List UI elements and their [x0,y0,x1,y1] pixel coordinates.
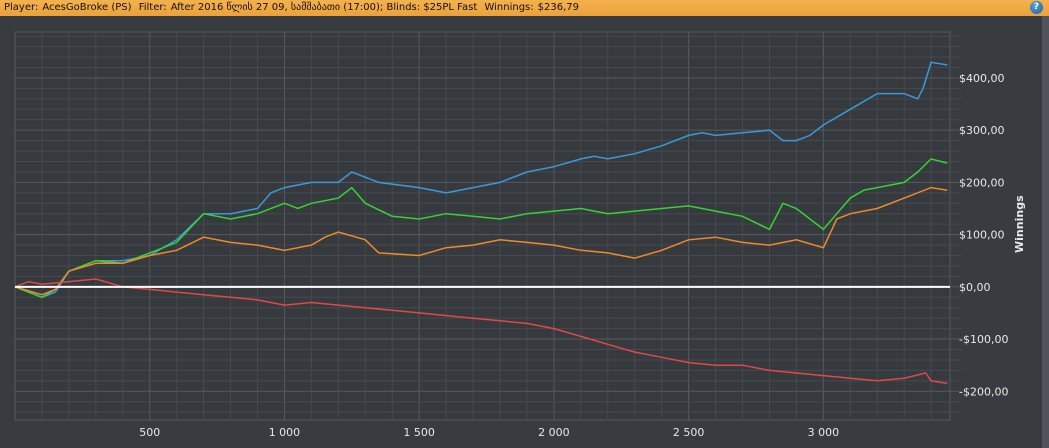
y-tick-label: $100,00 [959,229,1005,242]
y-tick-label: $400,00 [959,72,1005,85]
filter-label: Filter: [138,2,167,13]
x-tick-label: 3 000 [808,426,840,439]
help-icon[interactable]: ? [1030,1,1043,14]
winnings-value: $236,79 [537,2,579,13]
scrollbar[interactable] [1042,16,1049,448]
plot-area [14,31,951,421]
filter-header-bar: Player: AcesGoBroke (PS) Filter: After 201… [0,0,1049,16]
x-tick-label: 500 [139,426,160,439]
x-tick-label: 2 500 [673,426,705,439]
x-tick-label: 2 000 [538,426,570,439]
y-tick-label: $200,00 [959,176,1005,189]
x-tick-label: 1 500 [403,426,435,439]
player-value: AcesGoBroke (PS) [42,2,132,13]
y-tick-label: $0,00 [959,281,991,294]
y-tick-label: -$200,00 [959,385,1008,398]
y-axis-label: Winnings [1013,195,1026,253]
y-tick-label: $300,00 [959,124,1005,137]
y-tick-label: -$100,00 [959,333,1008,346]
player-label: Player: [4,2,39,13]
x-tick-label: 1 000 [269,426,301,439]
winnings-label: Winnings: [484,2,534,13]
winnings-chart: 500 1 000 1 500 2 000 2 500 3 000 $400,00 $300,… [14,31,1026,439]
filter-value: After 2016 წლის 27 09, სამშაბათი (17:00)… [170,2,478,13]
